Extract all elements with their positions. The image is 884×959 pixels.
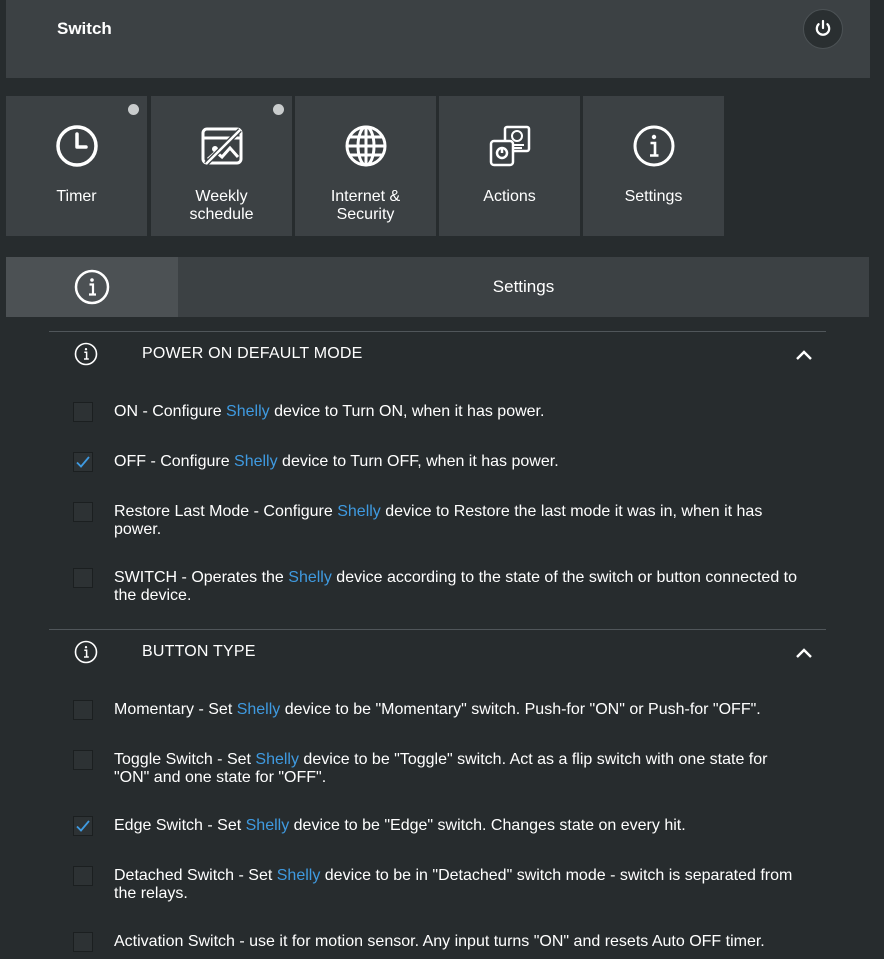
option-restore-last-mode[interactable]: Restore Last Mode - Configure Shelly dev… xyxy=(73,502,803,539)
option-activation-switch[interactable]: Activation Switch - use it for motion se… xyxy=(73,932,803,952)
schedule-icon xyxy=(201,127,242,166)
section-title: POWER ON DEFAULT MODE xyxy=(142,345,363,362)
info-icon xyxy=(633,125,674,167)
tile-label: Settings xyxy=(624,188,683,205)
brand-link: Shelly xyxy=(288,569,332,586)
section-title: BUTTON TYPE xyxy=(142,643,256,660)
checkbox[interactable] xyxy=(73,452,93,472)
option-label: Toggle Switch - Set Shelly device to be … xyxy=(114,751,768,786)
option-toggle-switch[interactable]: Toggle Switch - Set Shelly device to be … xyxy=(73,750,803,787)
checkmark-icon xyxy=(76,456,90,468)
tile-actions[interactable]: Actions xyxy=(439,96,580,236)
option-detached-switch[interactable]: Detached Switch - Set Shelly device to b… xyxy=(73,866,803,903)
tile-timer[interactable]: Timer xyxy=(6,96,147,236)
info-icon xyxy=(74,640,98,664)
tile-internet-security[interactable]: Internet & Security xyxy=(295,96,436,236)
tile-weekly-schedule[interactable]: Weekly schedule xyxy=(151,96,292,236)
checkbox[interactable] xyxy=(73,816,93,836)
option-momentary[interactable]: Momentary - Set Shelly device to be "Mom… xyxy=(73,700,803,720)
checkbox[interactable] xyxy=(73,932,93,952)
checkbox[interactable] xyxy=(73,502,93,522)
tab-title: Settings xyxy=(492,277,555,296)
checkbox[interactable] xyxy=(73,402,93,422)
option-power-on[interactable]: ON - Configure Shelly device to Turn ON,… xyxy=(73,402,803,422)
option-power-off[interactable]: OFF - Configure Shelly device to Turn OF… xyxy=(73,452,803,472)
brand-link: Shelly xyxy=(276,867,321,884)
option-edge-switch[interactable]: Edge Switch - Set Shelly device to be "E… xyxy=(73,816,803,836)
info-icon xyxy=(74,269,110,305)
checkbox[interactable] xyxy=(73,866,93,886)
settings-tabbar: Settings xyxy=(6,257,869,317)
checkmark-icon xyxy=(76,820,90,832)
section-header-power-on-default-mode: POWER ON DEFAULT MODE xyxy=(49,331,826,377)
tile-label: Actions xyxy=(483,188,536,205)
option-label: OFF - Configure Shelly device to Turn OF… xyxy=(114,453,559,470)
page-title: Switch xyxy=(57,19,112,38)
chevron-up-icon[interactable] xyxy=(794,643,814,663)
clock-icon xyxy=(55,125,98,167)
option-label: Activation Switch - use it for motion se… xyxy=(114,933,765,950)
checkbox[interactable] xyxy=(73,750,93,770)
option-label: Restore Last Mode - Configure Shelly dev… xyxy=(114,503,763,538)
tile-label: Timer xyxy=(56,188,97,205)
option-label: Momentary - Set Shelly device to be "Mom… xyxy=(114,701,761,718)
globe-icon xyxy=(345,125,386,167)
power-icon xyxy=(815,19,831,36)
checkbox[interactable] xyxy=(73,700,93,720)
option-switch[interactable]: SWITCH - Operates the Shelly device acco… xyxy=(73,568,803,605)
option-label: Edge Switch - Set Shelly device to be "E… xyxy=(114,817,686,834)
section-header-button-type: BUTTON TYPE xyxy=(49,629,826,675)
checkbox[interactable] xyxy=(73,568,93,588)
status-dot xyxy=(273,104,284,115)
tab-info[interactable] xyxy=(6,257,178,317)
brand-link: Shelly xyxy=(236,701,281,718)
power-button[interactable] xyxy=(803,9,843,49)
option-label: ON - Configure Shelly device to Turn ON,… xyxy=(114,403,545,420)
option-label: Detached Switch - Set Shelly device to b… xyxy=(114,867,793,902)
tile-settings[interactable]: Settings xyxy=(583,96,724,236)
app-header: Switch xyxy=(6,0,870,78)
brand-link: Shelly xyxy=(234,453,278,470)
brand-link: Shelly xyxy=(245,817,290,834)
status-dot xyxy=(128,104,139,115)
brand-link: Shelly xyxy=(226,403,270,420)
chevron-up-icon[interactable] xyxy=(794,345,814,365)
actions-icon xyxy=(489,125,530,167)
brand-link: Shelly xyxy=(337,503,381,520)
info-icon xyxy=(74,342,98,366)
option-label: SWITCH - Operates the Shelly device acco… xyxy=(114,569,798,604)
brand-link: Shelly xyxy=(255,751,299,768)
tile-label: Weekly schedule xyxy=(189,188,254,223)
tile-label: Internet & Security xyxy=(330,188,401,223)
